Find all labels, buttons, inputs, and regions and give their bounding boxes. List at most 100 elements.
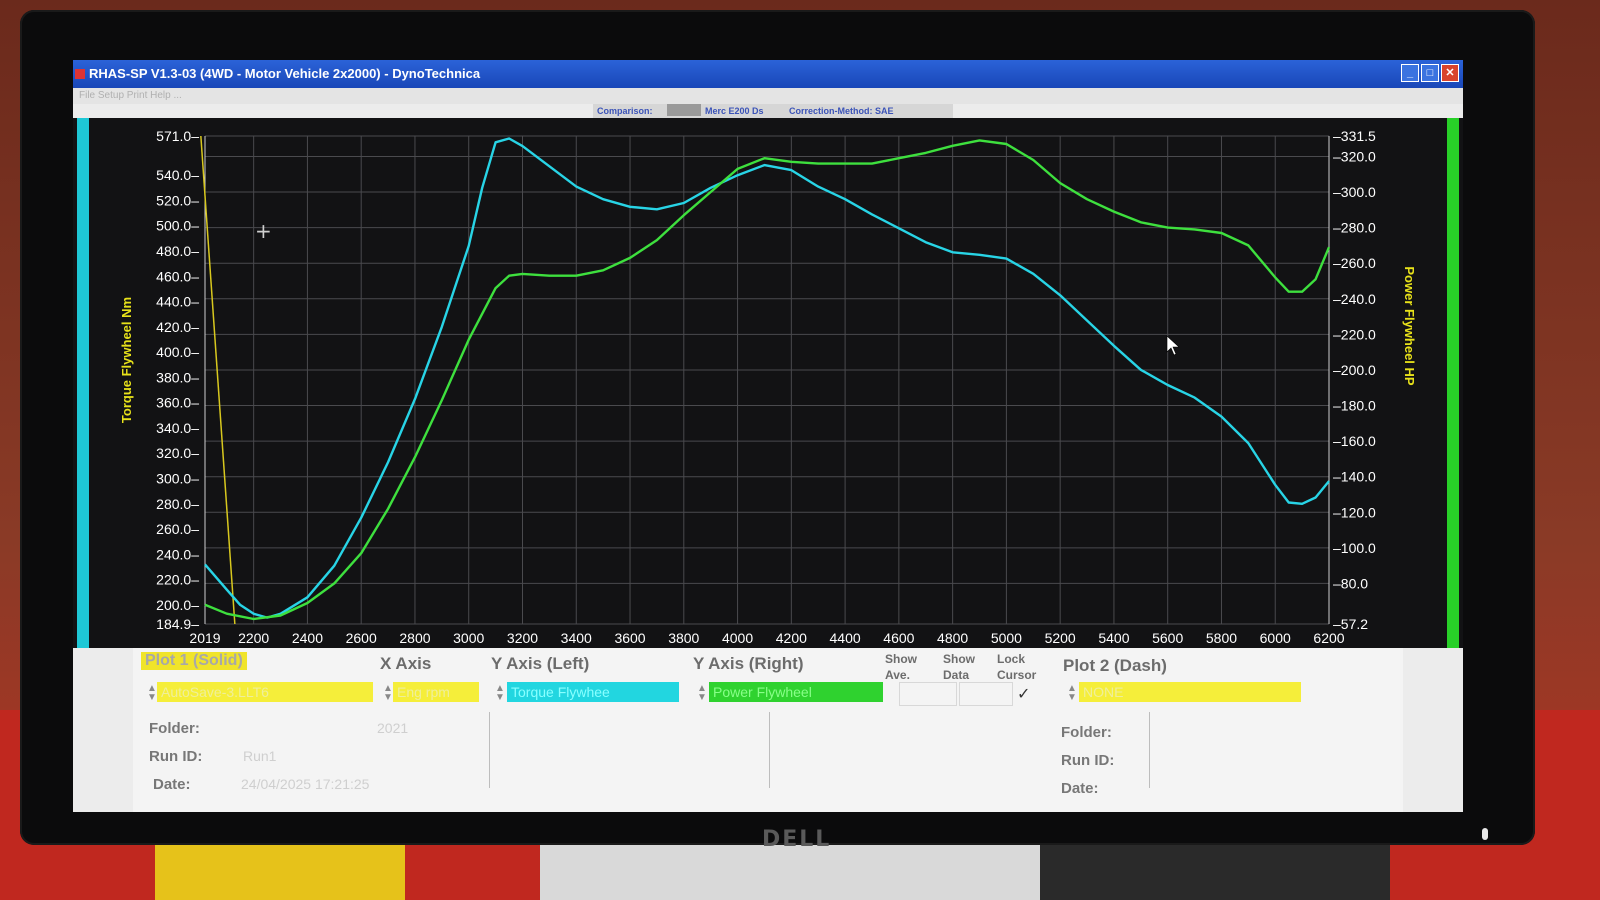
y-left-tick-label: 500.0– <box>156 218 199 234</box>
dyno-chart[interactable]: 2019 2200 2400 2600 2800 3000 3200 3400 3600 3800… <box>73 118 1463 648</box>
x-tick-label: 2800 <box>399 630 430 646</box>
y-left-axis-title: Torque Flywheel Nm <box>119 297 134 423</box>
background-box <box>155 845 405 900</box>
app-icon <box>75 69 85 79</box>
y-left-tick-label: 380.0– <box>156 369 199 385</box>
y-left-tick-label: 460.0– <box>156 268 199 284</box>
menu-bar[interactable]: File Setup Print Help ... <box>73 88 1463 104</box>
y-left-title: Y Axis (Left) <box>491 654 590 673</box>
y-right-tick-label: –100.0 <box>1333 540 1376 556</box>
y-left-select[interactable]: Torque Flywhee <box>507 682 679 702</box>
plot1-file-select[interactable]: AutoSave-3.LLT6 <box>157 682 373 702</box>
folder2-label: Folder: <box>1061 724 1112 741</box>
divider <box>489 712 490 788</box>
crosshair-icon: + <box>255 219 272 243</box>
monitor-brand-logo: DELL <box>762 827 832 852</box>
folder-value: 2021 <box>377 720 409 736</box>
x-tick-label: 6000 <box>1260 630 1291 646</box>
date2-label: Date: <box>1061 780 1099 797</box>
y-right-title: Y Axis (Right) <box>693 654 804 673</box>
y-left-tick-label: 520.0– <box>156 192 199 208</box>
lock-cursor-checkbox[interactable]: ✓ <box>1017 684 1030 704</box>
x-tick-label: 3000 <box>453 630 484 646</box>
lock-cursor-label-1: Lock <box>997 652 1026 666</box>
title-bar: RHAS-SP V1.3-03 (4WD - Motor Vehicle 2x2… <box>73 60 1463 88</box>
x-tick-label: 2600 <box>346 630 377 646</box>
x-tick-label: 4400 <box>830 630 861 646</box>
y-right-tick-label: –200.0 <box>1333 362 1376 378</box>
show-ave-checkbox[interactable] <box>899 682 957 706</box>
date-label: Date: <box>153 776 191 793</box>
plot2-title: Plot 2 (Dash) <box>1063 656 1167 675</box>
x-tick-label: 4800 <box>937 630 968 646</box>
y-left-tick-label: 480.0– <box>156 243 199 259</box>
x-tick-label: 3400 <box>561 630 592 646</box>
y-left-tick-label: 300.0– <box>156 471 199 487</box>
y-left-tick-label: 571.0– <box>156 128 199 144</box>
show-ave-label-1: Show <box>885 652 917 666</box>
divider <box>769 712 770 788</box>
x-tick-label: 5200 <box>1045 630 1076 646</box>
plot-background <box>73 118 1463 648</box>
y-right-tick-label: –57.2 <box>1333 616 1368 632</box>
left-axis-strip <box>77 118 89 648</box>
plot2-spinner[interactable]: ▲ ▼ <box>1067 684 1077 703</box>
x-tick-label: 3600 <box>614 630 645 646</box>
y-right-tick-label: –220.0 <box>1333 326 1376 342</box>
x-tick-label: 2200 <box>238 630 269 646</box>
y-left-tick-label: 400.0– <box>156 344 199 360</box>
y-left-tick-label: 280.0– <box>156 496 199 512</box>
lock-cursor-label-2: Cursor <box>997 668 1037 682</box>
y-left-tick-label: 340.0– <box>156 420 199 436</box>
window-controls: _ □ ✕ <box>1401 64 1459 82</box>
x-tick-label: 2019 <box>189 630 220 646</box>
y-right-tick-label: –120.0 <box>1333 504 1376 520</box>
minimize-button[interactable]: _ <box>1401 64 1419 82</box>
y-left-tick-label: 184.9– <box>156 616 199 632</box>
comparison-selector[interactable] <box>667 104 701 116</box>
y-left-tick-label: 200.0– <box>156 597 199 613</box>
runid2-label: Run ID: <box>1061 752 1115 769</box>
y-right-spinner[interactable]: ▲ ▼ <box>697 684 707 703</box>
y-right-select[interactable]: Power Flywheel <box>709 682 883 702</box>
close-button[interactable]: ✕ <box>1441 64 1459 82</box>
date-value: 24/04/2025 17:21:25 <box>241 776 370 792</box>
x-axis-select[interactable]: Eng rpm <box>393 682 479 702</box>
y-right-tick-label: –260.0 <box>1333 255 1376 271</box>
show-ave-label-2: Ave. <box>885 668 910 682</box>
y-left-tick-label: 260.0– <box>156 521 199 537</box>
x-tick-label: 3200 <box>507 630 538 646</box>
x-tick-label: 3800 <box>668 630 699 646</box>
x-tick-label: 5600 <box>1152 630 1183 646</box>
y-right-tick-label: –80.0 <box>1333 575 1368 591</box>
show-data-label-1: Show <box>943 652 975 666</box>
background-object <box>1040 845 1390 900</box>
show-data-checkbox[interactable] <box>959 682 1013 706</box>
control-panel: Plot 1 (Solid) X Axis Y Axis (Left) Y Ax… <box>133 648 1403 812</box>
runid-value: Run1 <box>243 748 277 764</box>
y-right-tick-label: –331.5 <box>1333 128 1376 144</box>
x-axis-spinner[interactable]: ▲ ▼ <box>383 684 393 703</box>
x-tick-label: 2400 <box>292 630 323 646</box>
show-data-label-2: Data <box>943 668 970 682</box>
plot2-file-select[interactable]: NONE <box>1079 682 1301 702</box>
y-left-tick-label: 320.0– <box>156 445 199 461</box>
folder-label: Folder: <box>149 720 200 737</box>
comparison-label: Comparison: <box>597 106 653 116</box>
y-left-tick-label: 440.0– <box>156 294 199 310</box>
x-axis-title: X Axis <box>380 654 432 673</box>
window-title: RHAS-SP V1.3-03 (4WD - Motor Vehicle 2x2… <box>89 66 481 81</box>
y-left-spinner[interactable]: ▲ ▼ <box>495 684 505 703</box>
maximize-button[interactable]: □ <box>1421 64 1439 82</box>
x-tick-label: 5000 <box>991 630 1022 646</box>
y-right-axis-title: Power Flywheel HP <box>1402 266 1417 386</box>
x-tick-label: 4200 <box>776 630 807 646</box>
chart-svg[interactable]: 2019 2200 2400 2600 2800 3000 3200 3400 3600 3800… <box>73 118 1463 648</box>
plot1-spinner[interactable]: ▲ ▼ <box>147 684 157 703</box>
right-axis-strip <box>1447 118 1459 648</box>
y-right-tick-label: –180.0 <box>1333 398 1376 414</box>
y-right-tick-label: –140.0 <box>1333 469 1376 485</box>
comparison-value: Merc E200 Ds <box>705 106 764 116</box>
runid-label: Run ID: <box>149 748 203 765</box>
y-right-tick-label: –320.0 <box>1333 148 1376 164</box>
